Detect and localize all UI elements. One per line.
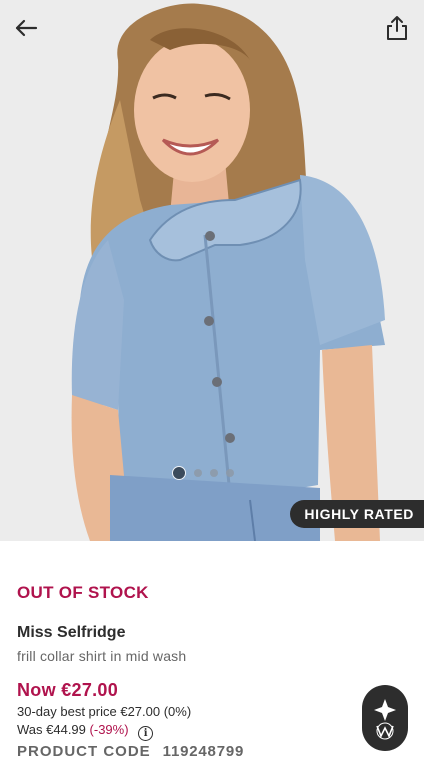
gallery-pagination [172,466,234,480]
top-bar [0,0,424,58]
best-price-text: 30-day best price €27.00 (0%) [17,704,192,719]
product-brand: Miss Selfridge [17,624,126,641]
info-circle-icon[interactable]: i [138,726,154,741]
current-price: Now €27.00 [17,680,119,700]
share-icon[interactable] [384,14,410,42]
stock-status: OUT OF STOCK [17,583,149,602]
style-match-button[interactable] [362,685,408,751]
product-code-value: 119248799 [162,743,245,760]
gallery-dot[interactable] [210,469,218,477]
arrow-left-icon[interactable] [12,14,40,42]
product-code-label: PRODUCT CODE [17,743,151,760]
was-price-line: Was €44.99 (-39%) i [17,722,347,741]
product-photo [0,0,424,541]
was-price: Was €44.99 [17,722,86,737]
gallery-dot[interactable] [226,469,234,477]
highly-rated-badge: HIGHLY RATED [290,500,424,528]
product-gallery[interactable]: HIGHLY RATED [0,0,424,541]
product-code: PRODUCT CODE 119248799 [17,743,244,760]
discount-percent: (-39%) [89,722,129,737]
product-name: frill collar shirt in mid wash [17,648,187,664]
gallery-dot[interactable] [172,466,186,480]
gallery-dot[interactable] [194,469,202,477]
style-match-icon [374,699,396,740]
product-info: OUT OF STOCK Miss Selfridge frill collar… [17,583,347,741]
